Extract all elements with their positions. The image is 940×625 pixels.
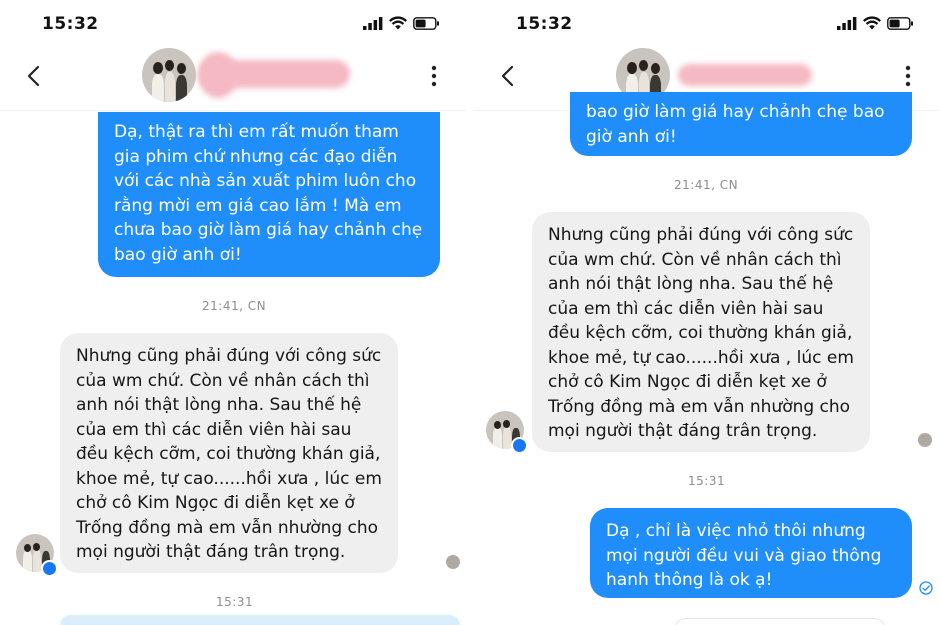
wifi-icon — [863, 16, 881, 30]
status-time: 15:32 — [516, 14, 573, 34]
system-icons — [363, 16, 440, 30]
divider — [466, 0, 474, 625]
incoming-message[interactable]: Nhưng cũng phải đúng với công sức của wm… — [532, 212, 870, 452]
battery-icon — [413, 16, 439, 30]
messenger-badge-icon — [511, 437, 528, 454]
status-bar: 15:32 — [0, 0, 466, 50]
status-time: 15:32 — [42, 14, 99, 34]
timestamp: 15:31 — [216, 595, 254, 609]
contact-avatar[interactable] — [142, 48, 196, 102]
message-thread: Dạ, thật ra thì em rất muốn tham gia phi… — [0, 112, 466, 625]
timestamp: 21:41, CN — [202, 299, 267, 313]
more-vertical-icon[interactable] — [424, 62, 444, 90]
status-bar: 15:32 — [474, 0, 940, 50]
partial-bubble — [674, 618, 886, 625]
seen-avatar — [446, 555, 460, 569]
wifi-icon — [389, 16, 407, 30]
system-icons — [837, 16, 914, 30]
timestamp: 21:41, CN — [674, 178, 739, 192]
right-screenshot: 15:32 bao giờ làm giá hay chảnh chẹ bao … — [474, 0, 940, 625]
outgoing-message[interactable]: bao giờ làm giá hay chảnh chẹ bao giờ an… — [570, 92, 912, 156]
outgoing-message[interactable]: Dạ, thật ra thì em rất muốn tham gia phi… — [98, 112, 440, 277]
message-thread: bao giờ làm giá hay chảnh chẹ bao giờ an… — [474, 92, 940, 625]
back-chevron-icon[interactable] — [24, 64, 44, 88]
partial-bubble — [60, 615, 460, 625]
conversation-header — [0, 48, 466, 111]
signal-icon — [363, 16, 383, 30]
left-screenshot: 15:32 Dạ, thật ra thì em rất muốn tham g… — [0, 0, 466, 625]
sent-check-icon — [919, 581, 933, 595]
timestamp: 15:31 — [688, 474, 726, 488]
seen-avatar — [918, 433, 932, 447]
outgoing-message[interactable]: Dạ , chỉ là việc nhỏ thôi nhưng mọi ngườ… — [590, 508, 912, 598]
redacted-contact-name — [678, 64, 812, 86]
more-vertical-icon[interactable] — [898, 62, 918, 90]
avatar-figure — [152, 74, 164, 102]
outgoing-message-text: bao giờ làm giá hay chảnh chẹ bao giờ an… — [586, 102, 885, 147]
signal-icon — [837, 16, 857, 30]
incoming-message[interactable]: Nhưng cũng phải đúng với công sức của wm… — [60, 333, 398, 573]
battery-icon — [887, 16, 913, 30]
back-chevron-icon[interactable] — [498, 64, 518, 88]
messenger-badge-icon — [41, 560, 58, 577]
